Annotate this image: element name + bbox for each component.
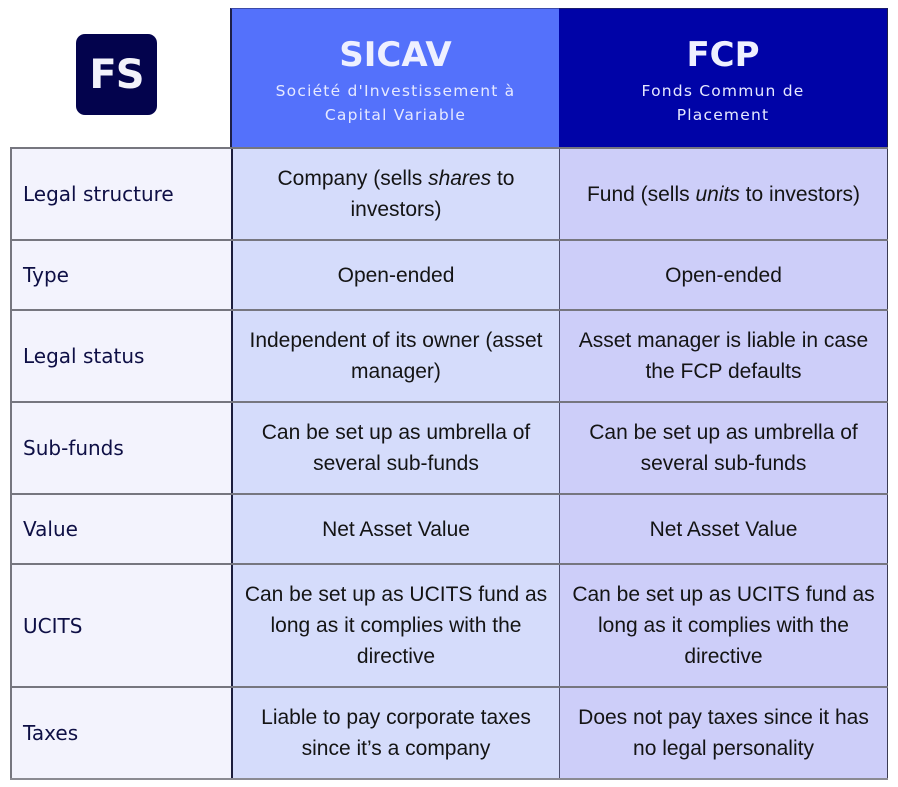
- sicav-subtitle-line-2: Capital Variable: [324, 106, 467, 124]
- sicav-cell: Can be set up as UCITS fund as long as i…: [231, 565, 559, 686]
- fs-logo: FS: [76, 34, 157, 115]
- cell-text-emphasis: units: [695, 182, 740, 206]
- sicav-cell: Liable to pay corporate taxes since it’s…: [231, 688, 559, 778]
- row-label: Sub-funds: [10, 403, 231, 493]
- row-label: Type: [10, 241, 231, 309]
- table-row-taxes: Taxes Liable to pay corporate taxes sinc…: [10, 686, 888, 780]
- table-row-sub-funds: Sub-funds Can be set up as umbrella of s…: [10, 401, 888, 493]
- sicav-title: SICAV: [339, 35, 452, 75]
- fcp-subtitle: Fonds Commun de Placement: [642, 79, 805, 127]
- sicav-cell: Independent of its owner (asset manager): [231, 311, 559, 401]
- row-label: Taxes: [10, 688, 231, 778]
- fcp-cell: Can be set up as UCITS fund as long as i…: [559, 565, 888, 686]
- fcp-cell: Open-ended: [559, 241, 888, 309]
- cell-text-part: to investors): [739, 182, 861, 206]
- row-label: Legal structure: [10, 149, 231, 239]
- cell-text-part: Fund (sells: [586, 182, 696, 206]
- fcp-cell: Fund (sells units to investors): [559, 149, 888, 239]
- sicav-subtitle-line-1: Société d'Investissement à: [275, 82, 516, 100]
- fcp-subtitle-line-1: Fonds Commun de: [641, 82, 805, 100]
- table-row-legal-status: Legal status Independent of its owner (a…: [10, 309, 888, 401]
- row-label: Legal status: [10, 311, 231, 401]
- table-row-ucits: UCITS Can be set up as UCITS fund as lon…: [10, 563, 888, 686]
- table-row-value: Value Net Asset Value Net Asset Value: [10, 493, 888, 563]
- table-row-type: Type Open-ended Open-ended: [10, 239, 888, 309]
- fcp-title: FCP: [686, 35, 760, 75]
- column-header-fcp: FCP Fonds Commun de Placement: [559, 8, 888, 147]
- fcp-cell: Asset manager is liable in case the FCP …: [559, 311, 888, 401]
- sicav-subtitle: Société d'Investissement à Capital Varia…: [276, 79, 516, 127]
- sicav-cell: Company (sells shares to investors): [231, 149, 559, 239]
- sicav-cell: Can be set up as umbrella of several sub…: [231, 403, 559, 493]
- cell-text: Company (sells shares to investors): [243, 163, 549, 225]
- table-row-legal-structure: Legal structure Company (sells shares to…: [10, 147, 888, 239]
- row-label: UCITS: [10, 565, 231, 686]
- column-header-sicav: SICAV Société d'Investissement à Capital…: [230, 8, 559, 147]
- fcp-cell: Net Asset Value: [559, 495, 888, 563]
- fcp-cell: Does not pay taxes since it has no legal…: [559, 688, 888, 778]
- fcp-cell: Can be set up as umbrella of several sub…: [559, 403, 888, 493]
- row-label: Value: [10, 495, 231, 563]
- cell-text: Fund (sells units to investors): [587, 179, 860, 210]
- fcp-subtitle-line-2: Placement: [676, 106, 770, 124]
- cell-text-emphasis: shares: [428, 167, 492, 190]
- sicav-cell: Net Asset Value: [231, 495, 559, 563]
- cell-text-part: Company (sells: [277, 167, 429, 190]
- sicav-cell: Open-ended: [231, 241, 559, 309]
- comparison-table: Legal structure Company (sells shares to…: [10, 147, 888, 780]
